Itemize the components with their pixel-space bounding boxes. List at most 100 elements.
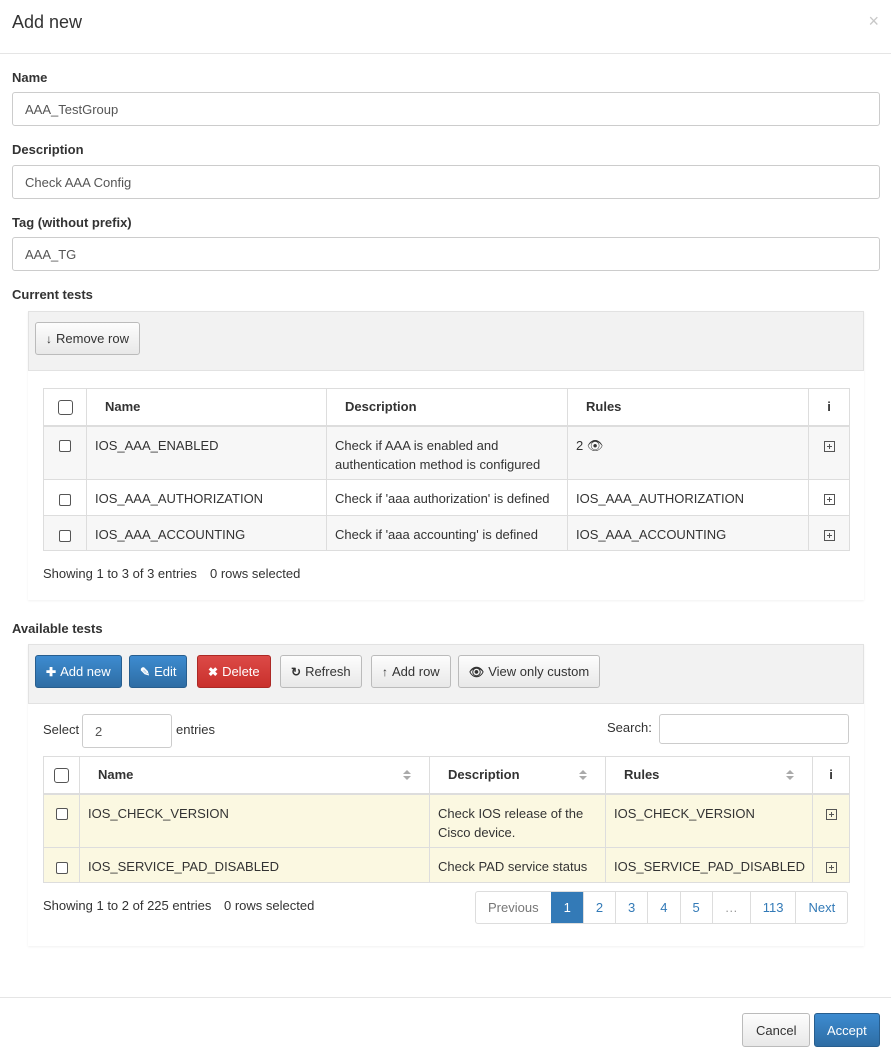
current-tests-table: Name Description Rules i IOS_AAA_ENABLED… bbox=[43, 388, 850, 551]
entries-label: entries bbox=[176, 722, 216, 737]
table-row[interactable]: IOS_SERVICE_PAD_DISABLED Check PAD servi… bbox=[43, 847, 850, 883]
row-description: Check if 'aaa authorization' is defined bbox=[326, 479, 568, 516]
column-header-description-label: Description bbox=[448, 767, 520, 783]
available-info-text: Showing 1 to 2 of 225 entries bbox=[43, 898, 212, 913]
entries-select[interactable] bbox=[82, 714, 172, 748]
table-row[interactable]: IOS_AAA_AUTHORIZATION Check if 'aaa auth… bbox=[43, 479, 850, 516]
expand-icon[interactable] bbox=[808, 425, 850, 480]
row-name: IOS_SERVICE_PAD_DISABLED bbox=[79, 847, 430, 883]
row-description: Check if 'aaa accounting' is defined bbox=[326, 515, 568, 551]
arrow-down-icon: ↓ bbox=[46, 331, 52, 346]
column-header-rules[interactable]: Rules bbox=[605, 756, 813, 795]
pagination-page-113[interactable]: 113 bbox=[749, 892, 796, 923]
eye-icon[interactable]: 👁 bbox=[587, 438, 604, 453]
column-header-rules-label: Rules bbox=[624, 767, 660, 783]
tag-label: Tag (without prefix) bbox=[12, 215, 132, 230]
pencil-icon: ✎ bbox=[140, 664, 151, 679]
column-header-name[interactable]: Name bbox=[86, 388, 327, 427]
pagination-page-4[interactable]: 4 bbox=[647, 892, 679, 923]
current-tests-toolbar: ↓ Remove row bbox=[28, 311, 864, 371]
remove-row-label: Remove row bbox=[56, 331, 129, 346]
search-input[interactable] bbox=[659, 714, 849, 744]
name-label: Name bbox=[12, 70, 48, 85]
table-row[interactable]: IOS_AAA_ENABLED Check if AAA is enabled … bbox=[43, 425, 850, 480]
row-name: IOS_AAA_ACCOUNTING bbox=[86, 515, 327, 551]
delete-label: Delete bbox=[222, 664, 260, 679]
modal-title: Add new bbox=[12, 12, 83, 32]
column-header-name-label: Name bbox=[98, 767, 134, 783]
modal-header: Add new × bbox=[0, 0, 891, 54]
select-label: Select bbox=[43, 722, 80, 737]
pagination-next[interactable]: Next bbox=[795, 892, 847, 923]
add-row-button[interactable]: ↑ Add row bbox=[371, 655, 451, 688]
row-rules: IOS_CHECK_VERSION bbox=[605, 793, 813, 848]
row-rules: IOS_AAA_AUTHORIZATION bbox=[567, 479, 809, 516]
eye-icon: 👁 bbox=[469, 664, 485, 679]
description-field[interactable] bbox=[12, 165, 880, 199]
current-tests-label: Current tests bbox=[12, 287, 93, 302]
row-description: Check PAD service status bbox=[429, 847, 606, 883]
pagination-page-2[interactable]: 2 bbox=[582, 892, 615, 923]
pagination: Previous 1 2 3 4 5 … 113 Next bbox=[475, 891, 849, 924]
current-info-text: Showing 1 to 3 of 3 entries bbox=[43, 566, 197, 581]
expand-icon[interactable] bbox=[812, 793, 850, 848]
view-only-custom-label: View only custom bbox=[488, 664, 590, 679]
arrow-up-icon: ↑ bbox=[382, 664, 388, 679]
modal-footer-divider bbox=[0, 997, 891, 998]
remove-row-button[interactable]: ↓ Remove row bbox=[35, 322, 140, 355]
row-checkbox[interactable] bbox=[43, 847, 80, 883]
table-row[interactable]: IOS_CHECK_VERSION Check IOS release of t… bbox=[43, 793, 850, 848]
view-only-custom-button[interactable]: 👁 View only custom bbox=[458, 655, 601, 688]
row-checkbox[interactable] bbox=[43, 793, 80, 848]
select-all-checkbox[interactable] bbox=[43, 388, 87, 427]
column-header-rules[interactable]: Rules bbox=[567, 388, 809, 427]
edit-label: Edit bbox=[154, 664, 177, 679]
add-new-button[interactable]: ✚ Add new bbox=[35, 655, 122, 688]
row-description: Check IOS release of the Cisco device. bbox=[429, 793, 606, 848]
column-header-info: i bbox=[808, 388, 850, 427]
row-rules: IOS_AAA_ACCOUNTING bbox=[567, 515, 809, 551]
cancel-button[interactable]: Cancel bbox=[742, 1013, 811, 1047]
name-field[interactable] bbox=[12, 92, 880, 126]
pagination-previous[interactable]: Previous bbox=[476, 892, 551, 923]
row-rules: 2 👁 bbox=[567, 425, 809, 480]
pagination-page-1[interactable]: 1 bbox=[550, 892, 583, 923]
refresh-button[interactable]: ↻ Refresh bbox=[280, 655, 362, 688]
accept-button[interactable]: Accept bbox=[814, 1013, 880, 1047]
expand-icon[interactable] bbox=[808, 479, 850, 516]
plus-icon: ✚ bbox=[46, 664, 57, 679]
table-row[interactable]: IOS_AAA_ACCOUNTING Check if 'aaa account… bbox=[43, 515, 850, 551]
description-label: Description bbox=[12, 142, 84, 157]
current-selected-text: 0 rows selected bbox=[210, 566, 301, 581]
expand-icon[interactable] bbox=[812, 847, 850, 883]
refresh-label: Refresh bbox=[305, 664, 351, 679]
row-checkbox[interactable] bbox=[43, 425, 87, 480]
available-selected-text: 0 rows selected bbox=[224, 898, 315, 913]
search-label: Search: bbox=[607, 720, 652, 735]
delete-button[interactable]: ✖ Delete bbox=[197, 655, 271, 688]
available-tests-label: Available tests bbox=[12, 621, 103, 636]
row-name: IOS_AAA_AUTHORIZATION bbox=[86, 479, 327, 516]
row-name: IOS_AAA_ENABLED bbox=[86, 425, 327, 480]
column-header-description[interactable]: Description bbox=[326, 388, 568, 427]
pagination-page-3[interactable]: 3 bbox=[615, 892, 647, 923]
sort-icon bbox=[786, 769, 794, 780]
row-checkbox[interactable] bbox=[43, 515, 87, 551]
sort-icon bbox=[403, 769, 411, 780]
edit-button[interactable]: ✎ Edit bbox=[129, 655, 188, 688]
close-icon[interactable]: × bbox=[868, 12, 879, 30]
row-name: IOS_CHECK_VERSION bbox=[79, 793, 430, 848]
add-row-label: Add row bbox=[392, 664, 440, 679]
refresh-icon: ↻ bbox=[291, 664, 302, 679]
row-checkbox[interactable] bbox=[43, 479, 87, 516]
column-header-name[interactable]: Name bbox=[79, 756, 430, 795]
tag-field[interactable] bbox=[12, 237, 880, 271]
x-icon: ✖ bbox=[208, 664, 219, 679]
column-header-info: i bbox=[812, 756, 850, 795]
column-header-description[interactable]: Description bbox=[429, 756, 606, 795]
pagination-ellipsis: … bbox=[711, 892, 750, 923]
available-tests-toolbar: ✚ Add new ✎ Edit ✖ Delete ↻ Refresh ↑ Ad… bbox=[28, 644, 864, 704]
pagination-page-5[interactable]: 5 bbox=[679, 892, 712, 923]
select-all-checkbox[interactable] bbox=[43, 756, 80, 795]
expand-icon[interactable] bbox=[808, 515, 850, 551]
